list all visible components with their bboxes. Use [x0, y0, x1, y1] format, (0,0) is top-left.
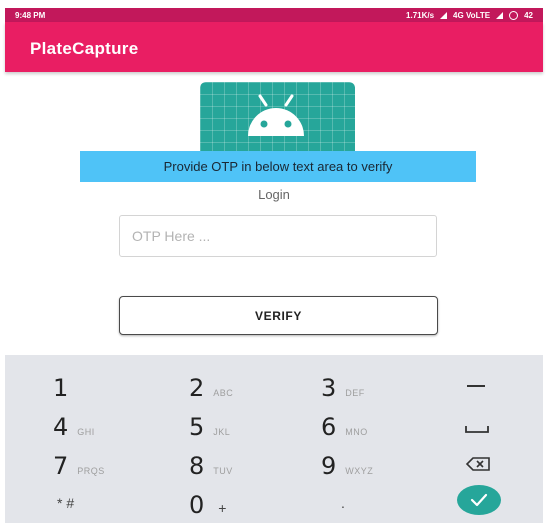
key-digit: 5 [189, 413, 205, 441]
network-type: 4G VoLTE [453, 10, 491, 20]
status-bar: 9:48 PM 1.71K/s 4G VoLTE 42 [5, 8, 543, 22]
battery-icon [509, 10, 519, 20]
key-symbols: * # [57, 495, 75, 511]
key-2[interactable]: 2 ABC [189, 374, 233, 402]
key-letters: PRQS [77, 466, 105, 476]
key-digit: 1 [53, 374, 69, 402]
key-0[interactable]: 0 + [189, 491, 226, 519]
key-letters: GHI [77, 427, 95, 437]
key-9[interactable]: 9 WXYZ [321, 452, 373, 480]
key-digit: 9 [321, 452, 337, 480]
app-bar: PlateCapture [5, 22, 543, 72]
key-letters: TUV [213, 466, 233, 476]
key-8[interactable]: 8 TUV [189, 452, 233, 480]
space-icon [465, 426, 489, 433]
minus-icon [467, 385, 485, 387]
signal-icon [496, 11, 504, 19]
login-label: Login [258, 187, 290, 202]
network-speed: 1.71K/s [406, 10, 435, 20]
key-digit: 8 [189, 452, 205, 480]
android-icon [248, 94, 304, 136]
key-dot[interactable]: . [341, 495, 345, 511]
key-digit: 7 [53, 452, 69, 480]
key-3[interactable]: 3 DEF [321, 374, 365, 402]
key-space[interactable] [464, 421, 490, 439]
key-minus[interactable] [465, 379, 487, 397]
key-1[interactable]: 1 [53, 374, 68, 402]
key-7[interactable]: 7 PRQS [53, 452, 105, 480]
key-5[interactable]: 5 JKL [189, 413, 230, 441]
status-indicators: 1.71K/s 4G VoLTE 42 [406, 10, 533, 20]
checkmark-icon [470, 493, 488, 507]
key-digit: 4 [53, 413, 69, 441]
app-title: PlateCapture [30, 39, 139, 58]
key-star-hash[interactable]: * # [57, 495, 74, 511]
backspace-icon [465, 457, 490, 471]
numeric-keypad: 1 2 ABC 3 DEF 4 GHI 5 JKL 6 MNO 7 PRQS 8… [5, 355, 543, 523]
key-digit: 2 [189, 374, 205, 402]
key-letters: + [218, 500, 227, 516]
key-digit: 0 [189, 491, 205, 519]
done-key[interactable] [457, 485, 501, 515]
signal-icon [440, 11, 448, 19]
key-4[interactable]: 4 GHI [53, 413, 95, 441]
status-time: 9:48 PM [15, 10, 46, 20]
key-backspace[interactable] [465, 456, 491, 477]
key-letters: JKL [213, 427, 231, 437]
key-letters: MNO [345, 427, 368, 437]
key-digit: 3 [321, 374, 337, 402]
otp-input[interactable] [119, 215, 437, 257]
key-letters: DEF [345, 388, 365, 398]
key-letters: WXYZ [345, 466, 374, 476]
verify-button[interactable]: VERIFY [119, 296, 438, 335]
instruction-banner: Provide OTP in below text area to verify [80, 151, 476, 182]
battery-level: 42 [524, 10, 533, 20]
key-6[interactable]: 6 MNO [321, 413, 368, 441]
key-letters: ABC [213, 388, 234, 398]
key-symbols: . [341, 495, 345, 511]
key-digit: 6 [321, 413, 337, 441]
